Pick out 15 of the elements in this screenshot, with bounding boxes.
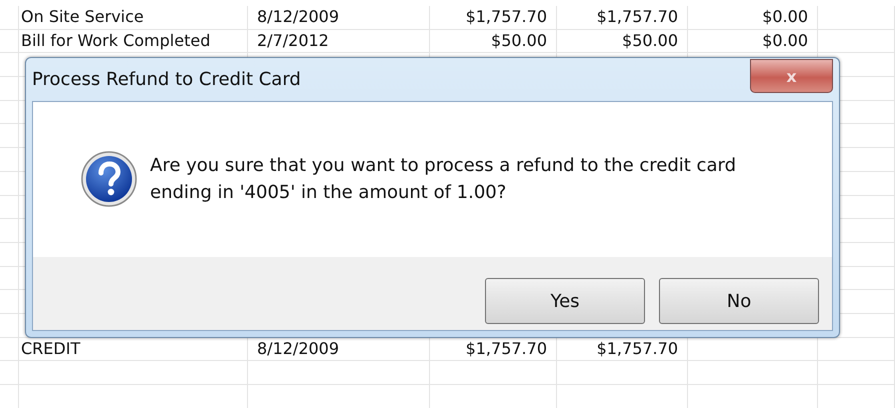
dialog-message: Are you sure that you want to process a refund to the credit card ending in '4005' in the amount of 1.00? [150, 154, 737, 205]
table-cell: $1,757.70 [430, 6, 557, 29]
table-cell: 2/7/2012 [248, 30, 430, 52]
dialog-title: Process Refund to Credit Card [32, 68, 301, 92]
table-cell: $50.00 [557, 30, 688, 52]
table-cell: $0.00 [688, 30, 818, 52]
table-cell: $1,757.70 [557, 6, 688, 29]
table-cell: $0.00 [688, 6, 818, 29]
table-cell: Bill for Work Completed [12, 30, 248, 52]
question-icon [80, 150, 138, 208]
table-cell: 8/12/2009 [248, 6, 430, 29]
table-cell: $50.00 [430, 30, 557, 52]
table-cell: On Site Service [12, 6, 248, 29]
no-button[interactable]: No [659, 278, 819, 324]
yes-button[interactable]: Yes [485, 278, 645, 324]
